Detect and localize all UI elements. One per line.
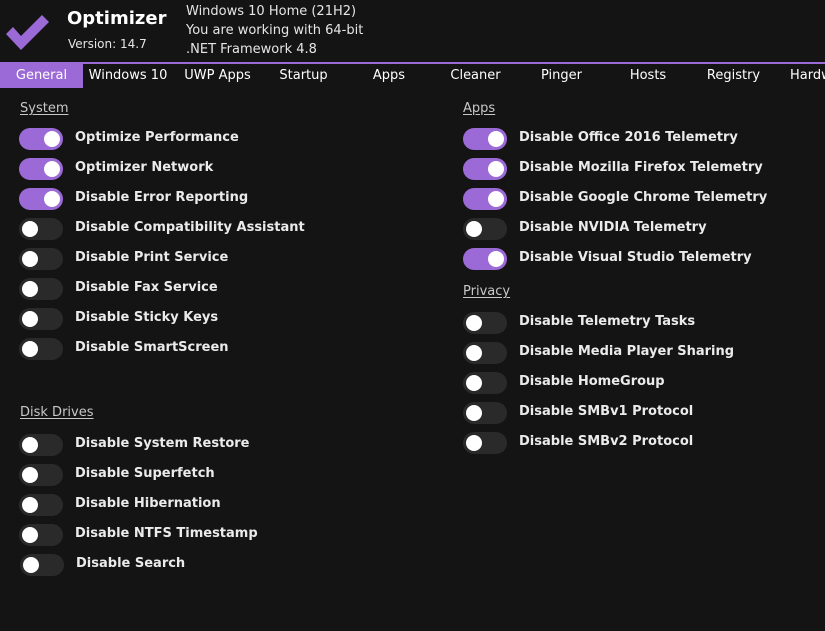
- tab-general[interactable]: General: [0, 64, 83, 88]
- option-label: Disable Media Player Sharing: [519, 344, 735, 359]
- option-label: Optimizer Network: [75, 160, 214, 175]
- toggle-knob: [22, 251, 38, 267]
- toggle-knob: [466, 315, 482, 331]
- toggle-switch[interactable]: [19, 128, 63, 150]
- toggle-knob: [466, 345, 482, 361]
- toggle-switch[interactable]: [463, 372, 507, 394]
- toggle-knob: [488, 161, 504, 177]
- general-tab-content: System Optimize Performance Optimizer Ne…: [0, 88, 825, 631]
- toggle-knob: [22, 341, 38, 357]
- tab-hardware[interactable]: Hardw: [776, 64, 825, 88]
- toggle-knob: [466, 435, 482, 451]
- toggle-knob: [488, 251, 504, 267]
- toggle-knob: [22, 221, 38, 237]
- toggle-switch[interactable]: [463, 218, 507, 240]
- tab-uwp-apps[interactable]: UWP Apps: [173, 64, 262, 88]
- toggle-switch[interactable]: [463, 402, 507, 424]
- toggle-switch[interactable]: [19, 158, 63, 180]
- toggle-knob: [466, 375, 482, 391]
- toggle-knob: [22, 311, 38, 327]
- framework-text: .NET Framework 4.8: [186, 42, 317, 57]
- section-title-apps: Apps: [463, 101, 496, 116]
- section-title-privacy: Privacy: [463, 284, 511, 299]
- toggle-switch[interactable]: [19, 308, 63, 330]
- option-label: Disable Telemetry Tasks: [519, 314, 696, 329]
- app-version: Version: 14.7: [68, 37, 147, 51]
- toggle-knob: [488, 191, 504, 207]
- option-label: Disable SMBv1 Protocol: [519, 404, 694, 419]
- toggle-switch[interactable]: [463, 158, 507, 180]
- tab-windows-10[interactable]: Windows 10: [83, 64, 173, 88]
- option-label: Disable Sticky Keys: [75, 310, 219, 325]
- option-label: Disable Google Chrome Telemetry: [519, 190, 768, 205]
- toggle-switch[interactable]: [19, 464, 63, 486]
- option-label: Disable Search: [76, 556, 186, 571]
- tab-apps[interactable]: Apps: [345, 64, 433, 88]
- toggle-switch[interactable]: [19, 524, 63, 546]
- toggle-switch[interactable]: [19, 218, 63, 240]
- toggle-knob: [44, 131, 60, 147]
- option-label: Disable Superfetch: [75, 466, 215, 481]
- toggle-knob: [22, 467, 38, 483]
- toggle-knob: [44, 161, 60, 177]
- tab-registry[interactable]: Registry: [691, 64, 776, 88]
- toggle-switch[interactable]: [19, 434, 63, 456]
- tab-cleaner[interactable]: Cleaner: [433, 64, 518, 88]
- toggle-knob: [466, 221, 482, 237]
- toggle-switch[interactable]: [463, 432, 507, 454]
- toggle-switch[interactable]: [19, 188, 63, 210]
- option-label: Disable Error Reporting: [75, 190, 249, 205]
- section-title-disk-drives: Disk Drives: [20, 405, 94, 420]
- architecture-text: You are working with 64-bit: [186, 23, 364, 38]
- os-version-text: Windows 10 Home (21H2): [186, 4, 357, 19]
- option-label: Disable Mozilla Firefox Telemetry: [519, 160, 763, 175]
- option-label: Disable Visual Studio Telemetry: [519, 250, 752, 265]
- toggle-knob: [466, 405, 482, 421]
- option-label: Disable NVIDIA Telemetry: [519, 220, 707, 235]
- toggle-knob: [22, 437, 38, 453]
- toggle-switch[interactable]: [19, 338, 63, 360]
- toggle-knob: [488, 131, 504, 147]
- option-label: Disable Fax Service: [75, 280, 218, 295]
- option-label: Disable SmartScreen: [75, 340, 229, 355]
- tab-hosts[interactable]: Hosts: [605, 64, 691, 88]
- toggle-knob: [22, 527, 38, 543]
- option-label: Disable SMBv2 Protocol: [519, 434, 694, 449]
- tab-pinger[interactable]: Pinger: [518, 64, 605, 88]
- tab-bar: General Windows 10 UWP Apps Startup Apps…: [0, 62, 825, 88]
- toggle-switch[interactable]: [463, 342, 507, 364]
- option-label: Disable System Restore: [75, 436, 250, 451]
- toggle-knob: [23, 557, 39, 573]
- checkmark-icon: [6, 15, 49, 50]
- toggle-switch[interactable]: [19, 248, 63, 270]
- toggle-knob: [44, 191, 60, 207]
- option-label: Optimize Performance: [75, 130, 239, 145]
- option-label: Disable NTFS Timestamp: [75, 526, 258, 541]
- toggle-switch[interactable]: [463, 128, 507, 150]
- toggle-switch[interactable]: [19, 278, 63, 300]
- toggle-switch[interactable]: [463, 188, 507, 210]
- toggle-knob: [22, 281, 38, 297]
- toggle-switch[interactable]: [463, 312, 507, 334]
- app-title: Optimizer: [67, 8, 167, 29]
- option-label: Disable Print Service: [75, 250, 229, 265]
- section-title-system: System: [20, 101, 69, 116]
- option-label: Disable Compatibility Assistant: [75, 220, 305, 235]
- option-label: Disable Office 2016 Telemetry: [519, 130, 738, 145]
- toggle-switch[interactable]: [19, 494, 63, 516]
- app-header: Optimizer Version: 14.7 Windows 10 Home …: [0, 0, 825, 62]
- option-label: Disable Hibernation: [75, 496, 221, 511]
- toggle-knob: [22, 497, 38, 513]
- toggle-switch[interactable]: [463, 248, 507, 270]
- tab-startup[interactable]: Startup: [262, 64, 345, 88]
- option-label: Disable HomeGroup: [519, 374, 665, 389]
- toggle-switch[interactable]: [20, 554, 64, 576]
